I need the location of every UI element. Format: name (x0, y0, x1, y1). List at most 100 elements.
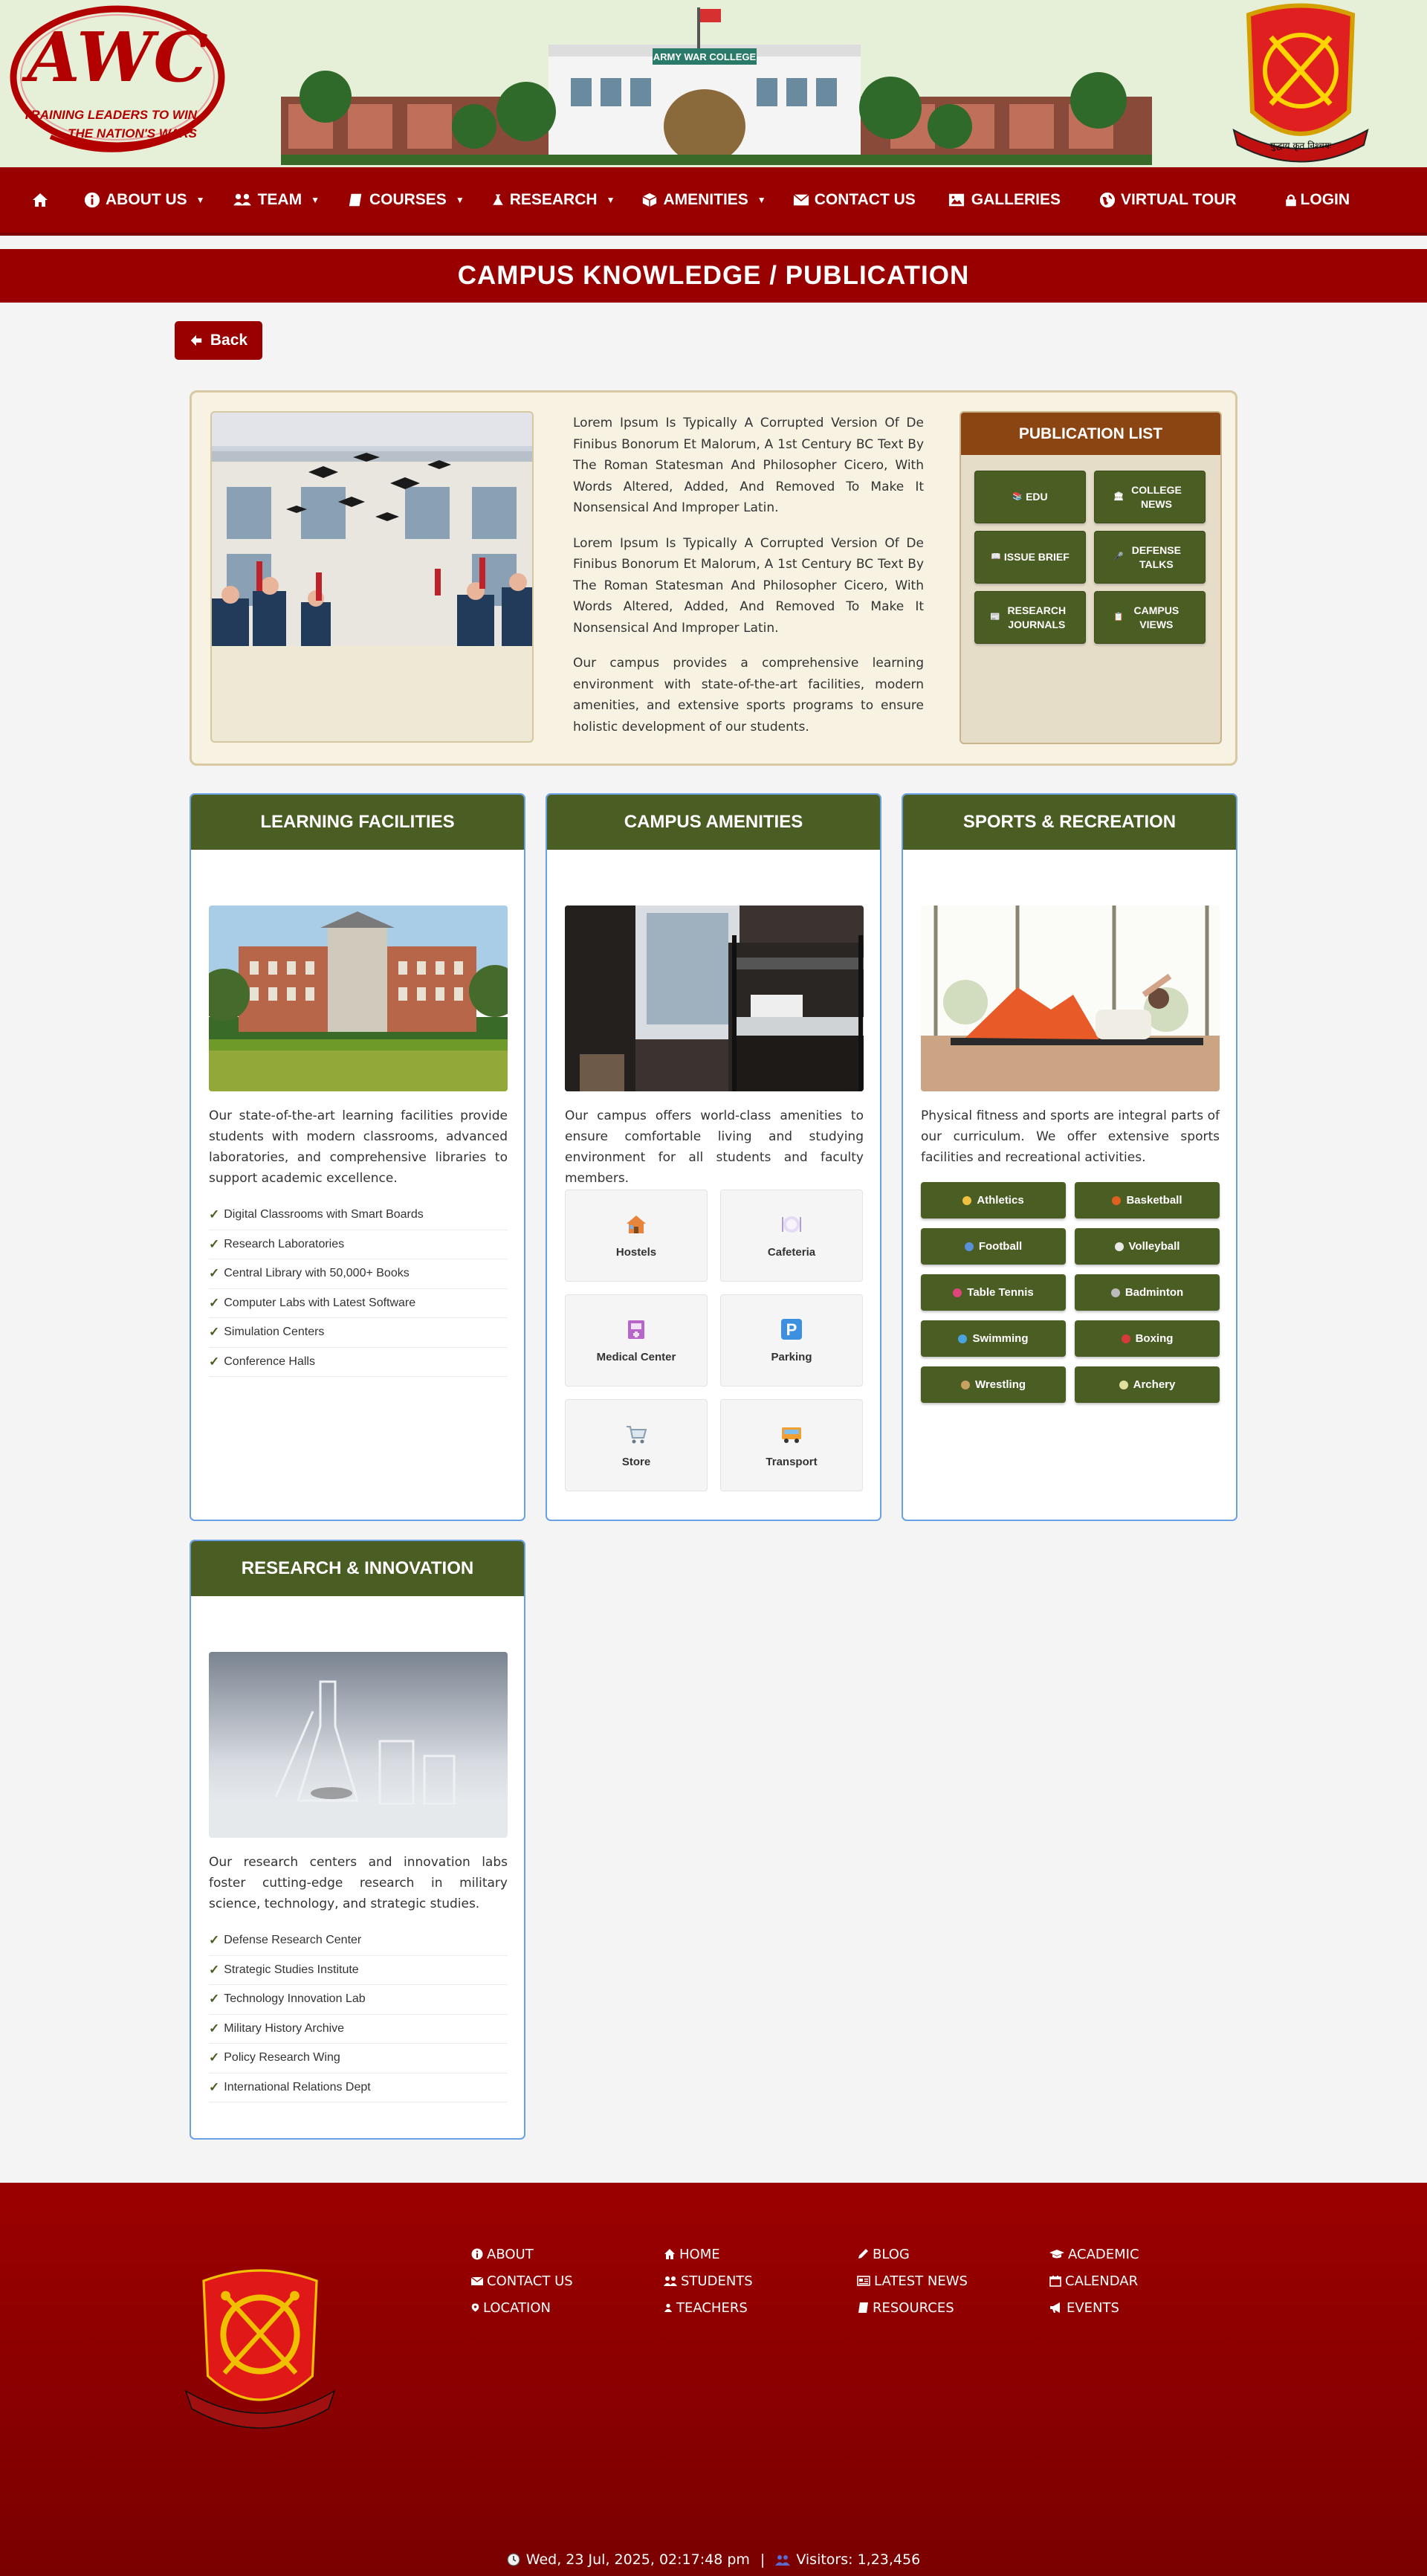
pencil-icon (858, 2249, 868, 2259)
amenity-store[interactable]: Store (565, 1399, 708, 1491)
amenity-medical-center[interactable]: Medical Center (565, 1294, 708, 1387)
map-pin-icon (471, 2303, 479, 2312)
sport-button-badminton[interactable]: Badminton (1075, 1274, 1220, 1311)
sport-button-volleyball[interactable]: Volleyball (1075, 1228, 1220, 1265)
list-item: ✓ Defense Research Center (209, 1926, 508, 1956)
amenity-parking[interactable]: P Parking (720, 1294, 863, 1387)
footer-link-latest-news[interactable]: LATEST NEWS (857, 2267, 968, 2294)
sport-button-table-tennis[interactable]: Table Tennis (921, 1274, 1066, 1311)
card-description: Physical fitness and sports are integral… (921, 1108, 1220, 1165)
wrestling-icon (960, 1380, 970, 1389)
footer-emblem-icon (184, 2269, 336, 2429)
user-icon (664, 2303, 673, 2312)
footer-link-events[interactable]: EVENTS (1049, 2294, 1139, 2321)
lock-icon (1285, 194, 1296, 207)
amenity-transport[interactable]: Transport (720, 1399, 863, 1491)
sport-button-archery[interactable]: Archery (1075, 1366, 1220, 1403)
army-emblem-icon[interactable]: युद्धाय कृत निश्चयः (1219, 0, 1382, 167)
footer-link-blog[interactable]: BLOG (857, 2241, 968, 2267)
sports-grid: Athletics Basketball Football Volleyball… (921, 1182, 1220, 1403)
boxing-icon (1121, 1334, 1130, 1343)
sport-button-wrestling[interactable]: Wrestling (921, 1366, 1066, 1403)
awc-logo[interactable]: AWC TRAINING LEADERS TO WIN THE NATION'S… (6, 3, 229, 162)
check-icon: ✓ (209, 1933, 220, 1948)
medical-icon (628, 1320, 644, 1339)
footer-link-location[interactable]: LOCATION (471, 2294, 573, 2321)
image-icon (948, 193, 964, 207)
nav-login[interactable]: LOGIN (1284, 191, 1350, 209)
card-title: CAMPUS AMENITIES (547, 795, 880, 850)
footer-link-about[interactable]: ABOUT (471, 2241, 573, 2267)
list-item: ✓ Strategic Studies Institute (209, 1956, 508, 1985)
sport-button-athletics[interactable]: Athletics (921, 1182, 1066, 1218)
list-item: ✓ Computer Labs with Latest Software (209, 1289, 508, 1318)
nav-amenities[interactable]: AMENITIES ▼ (641, 191, 766, 209)
nav-virtual-tour[interactable]: VIRTUAL TOUR (1099, 191, 1237, 209)
nav-about-us[interactable]: ABOUT US ▼ (84, 191, 205, 209)
sports-recreation-card: SPORTS & RECREATION Physical fitness and… (902, 793, 1237, 1521)
check-icon: ✓ (209, 1295, 220, 1310)
building-icon: 🏛 (1113, 492, 1124, 501)
nav-home[interactable] (31, 191, 54, 209)
globe-icon (1099, 192, 1116, 208)
intro-panel: Lorem Ipsum Is Typically A Corrupted Ver… (190, 390, 1237, 766)
check-icon: ✓ (209, 1236, 220, 1251)
house-icon (627, 1215, 646, 1233)
card-title: RESEARCH & INNOVATION (191, 1541, 524, 1596)
newspaper-icon (857, 2276, 870, 2286)
parking-icon: P (781, 1318, 802, 1340)
list-item: ✓ Military History Archive (209, 2015, 508, 2044)
amenity-cafeteria[interactable]: Cafeteria (720, 1189, 863, 1282)
nav-team[interactable]: TEAM ▼ (232, 191, 320, 209)
footer-link-contact-us[interactable]: CONTACT US (471, 2267, 573, 2294)
footer-link-academic[interactable]: ACADEMIC (1049, 2241, 1139, 2267)
nav-research[interactable]: RESEARCH ▼ (491, 191, 615, 209)
card-title: SPORTS & RECREATION (903, 795, 1236, 850)
sport-button-basketball[interactable]: Basketball (1075, 1182, 1220, 1218)
intro-text: Lorem Ipsum Is Typically A Corrupted Ver… (573, 413, 924, 752)
pub-button-research-journals[interactable]: 📰 RESEARCH JOURNALS (974, 591, 1086, 644)
learning-facilities-list: ✓ Digital Classrooms with Smart Boards ✓ R… (209, 1201, 508, 1377)
info-icon (471, 2248, 483, 2260)
pub-button-edu[interactable]: 📚 EDU (974, 471, 1086, 523)
list-item: ✓ Digital Classrooms with Smart Boards (209, 1201, 508, 1230)
pub-button-college-news[interactable]: 🏛 COLLEGE NEWS (1094, 471, 1206, 523)
footer-column-2: HOME STUDENTS TEACHERS (664, 2241, 753, 2321)
learning-facilities-card: LEARNING FACILITIES Our state-of-the-art… (190, 793, 525, 1521)
nav-galleries[interactable]: GALLERIES (947, 191, 1061, 209)
sport-button-football[interactable]: Football (921, 1228, 1066, 1265)
users-icon (233, 193, 251, 206)
list-item: ✓ Technology Innovation Lab (209, 1985, 508, 2015)
book-icon (349, 193, 362, 207)
publication-list-grid: 📚 EDU 🏛 COLLEGE NEWS 📖 ISSUE BRIEF 🎤 DEFENSE… (974, 471, 1206, 644)
pub-button-campus-views[interactable]: 📋 CAMPUS VIEWS (1094, 591, 1206, 644)
back-button[interactable]: Back (175, 321, 262, 360)
flask-icon (492, 194, 503, 205)
footer-link-resources[interactable]: RESOURCES (857, 2294, 968, 2321)
check-icon: ✓ (209, 1354, 220, 1369)
nav-courses[interactable]: COURSES ▼ (348, 191, 465, 209)
list-item: ✓ Research Laboratories (209, 1230, 508, 1259)
amenity-hostels[interactable]: Hostels (565, 1189, 708, 1282)
nav-contact-us[interactable]: CONTACT US (793, 191, 916, 209)
pub-button-defense-talks[interactable]: 🎤 DEFENSE TALKS (1094, 531, 1206, 584)
graduation-cap-icon (1049, 2250, 1064, 2259)
swimming-icon (958, 1334, 968, 1343)
sport-button-boxing[interactable]: Boxing (1075, 1320, 1220, 1357)
footer-link-students[interactable]: STUDENTS (664, 2267, 753, 2294)
footer-link-calendar[interactable]: CALENDAR (1049, 2267, 1139, 2294)
microphone-icon: 🎤 (1113, 552, 1124, 561)
intro-paragraph-2: Lorem Ipsum Is Typically A Corrupted Ver… (573, 535, 924, 636)
open-book-icon: 📖 (991, 552, 1001, 561)
fitness-photo (921, 906, 1220, 1091)
sport-button-swimming[interactable]: Swimming (921, 1320, 1066, 1357)
check-icon: ✓ (209, 2021, 220, 2036)
check-icon: ✓ (209, 1992, 220, 2007)
card-title: LEARNING FACILITIES (191, 795, 524, 850)
svg-text:THE NATION'S WARS: THE NATION'S WARS (68, 126, 197, 141)
footer-link-teachers[interactable]: TEACHERS (664, 2294, 753, 2321)
publication-list-panel: PUBLICATION LIST 📚 EDU 🏛 COLLEGE NEWS 📖 ISS… (960, 411, 1222, 744)
footer-link-home[interactable]: HOME (664, 2241, 753, 2267)
pub-button-issue-brief[interactable]: 📖 ISSUE BRIEF (974, 531, 1086, 584)
check-icon: ✓ (209, 1266, 220, 1281)
